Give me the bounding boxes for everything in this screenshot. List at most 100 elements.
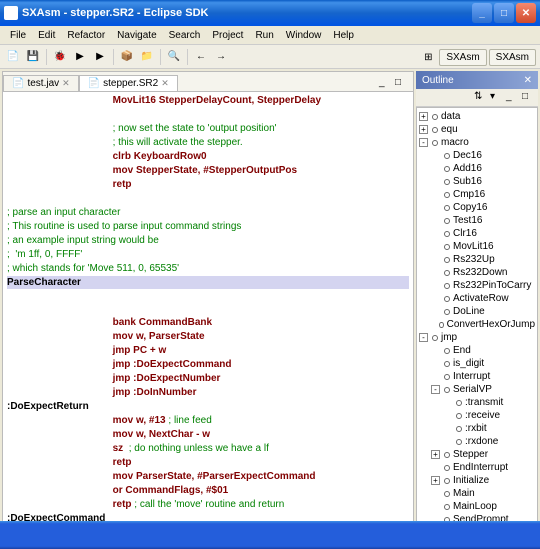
outline-item[interactable]: Copy16 <box>419 201 535 214</box>
editor-max-icon[interactable]: □ <box>395 77 409 91</box>
tree-label: Dec16 <box>453 149 482 162</box>
outline-item[interactable]: -jmp <box>419 331 535 344</box>
minimize-view-icon[interactable]: _ <box>506 91 520 105</box>
editor-tab-stepper-SR2[interactable]: 📄stepper.SR2✕ <box>79 75 178 91</box>
tree-bullet-icon <box>432 335 438 341</box>
editor-min-icon[interactable]: _ <box>379 77 393 91</box>
outline-item[interactable]: :transmit <box>419 396 535 409</box>
outline-item[interactable]: -SerialVP <box>419 383 535 396</box>
outline-item[interactable]: Rs232Down <box>419 266 535 279</box>
tree-toggle-icon[interactable]: - <box>431 385 440 394</box>
tree-label: Test16 <box>453 214 482 227</box>
outline-item[interactable]: Rs232Up <box>419 253 535 266</box>
windows-taskbar[interactable] <box>0 521 540 549</box>
tree-toggle-icon[interactable]: + <box>431 476 440 485</box>
perspective-tab-1[interactable]: SXAsm <box>439 49 486 66</box>
tree-bullet-icon <box>444 296 450 302</box>
tree-toggle-icon[interactable]: + <box>431 450 440 459</box>
tree-bullet-icon <box>456 426 462 432</box>
maximize-view-icon[interactable]: □ <box>522 91 536 105</box>
menu-project[interactable]: Project <box>206 28 249 43</box>
outline-item[interactable]: Main <box>419 487 535 500</box>
outline-item[interactable]: :rxdone <box>419 435 535 448</box>
outline-item[interactable]: Test16 <box>419 214 535 227</box>
outline-item[interactable]: Clr16 <box>419 227 535 240</box>
outline-item[interactable]: + Initialize <box>419 474 535 487</box>
tree-bullet-icon <box>444 270 450 276</box>
outline-item[interactable]: Cmp16 <box>419 188 535 201</box>
outline-item[interactable]: :rxbit <box>419 422 535 435</box>
tree-bullet-icon <box>432 127 438 133</box>
maximize-button[interactable]: □ <box>494 3 514 23</box>
debug-icon[interactable]: 🐞 <box>51 48 69 66</box>
tree-toggle-icon[interactable]: - <box>419 333 428 342</box>
menu-edit[interactable]: Edit <box>32 28 61 43</box>
minimize-button[interactable]: _ <box>472 3 492 23</box>
tree-toggle-icon[interactable]: - <box>419 138 428 147</box>
save-icon[interactable]: 💾 <box>24 48 42 66</box>
outline-item[interactable]: End <box>419 344 535 357</box>
perspective-tab-2[interactable]: SXAsm <box>489 49 536 66</box>
outline-item[interactable]: Sub16 <box>419 175 535 188</box>
tree-label: Sub16 <box>453 175 482 188</box>
outline-item[interactable]: Add16 <box>419 162 535 175</box>
menu-navigate[interactable]: Navigate <box>111 28 162 43</box>
outline-item[interactable]: +equ <box>419 123 535 136</box>
tree-label: End <box>453 344 471 357</box>
window-titlebar: SXAsm - stepper.SR2 - Eclipse SDK _ □ ✕ <box>0 0 540 26</box>
tree-bullet-icon <box>456 413 462 419</box>
new-icon[interactable]: 📄 <box>4 48 22 66</box>
outline-item[interactable]: ActivateRow <box>419 292 535 305</box>
sort-icon[interactable]: ⇅ <box>474 91 488 105</box>
menu-refactor[interactable]: Refactor <box>61 28 111 43</box>
outline-item[interactable]: -macro <box>419 136 535 149</box>
new-class-icon[interactable]: 📦 <box>118 48 136 66</box>
outline-item[interactable]: Rs232PinToCarry <box>419 279 535 292</box>
tree-bullet-icon <box>444 465 450 471</box>
tree-label: data <box>441 110 460 123</box>
tree-label: :rxbit <box>465 422 487 435</box>
tree-toggle-icon[interactable]: + <box>419 125 428 134</box>
ext-tools-icon[interactable]: ▶ <box>91 48 109 66</box>
tree-label: ConvertHexOrJump <box>447 318 535 331</box>
run-icon[interactable]: ▶ <box>71 48 89 66</box>
editor-tab-bar: 📄test.jav✕📄stepper.SR2✕ _□ <box>3 72 413 92</box>
menu-help[interactable]: Help <box>327 28 360 43</box>
outline-item[interactable]: MovLit16 <box>419 240 535 253</box>
outline-item[interactable]: MainLoop <box>419 500 535 513</box>
outline-item[interactable]: is_digit <box>419 357 535 370</box>
outline-close-icon[interactable]: ✕ <box>524 75 532 86</box>
tree-label: :rxdone <box>465 435 498 448</box>
close-button[interactable]: ✕ <box>516 3 536 23</box>
menu-run[interactable]: Run <box>249 28 279 43</box>
outline-item[interactable]: Dec16 <box>419 149 535 162</box>
menu-window[interactable]: Window <box>280 28 328 43</box>
app-icon <box>4 6 18 20</box>
menu-icon[interactable]: ▾ <box>490 91 504 105</box>
tree-toggle-icon[interactable]: + <box>419 112 428 121</box>
menu-file[interactable]: File <box>4 28 32 43</box>
outline-item[interactable]: + data <box>419 110 535 123</box>
outline-item[interactable]: ConvertHexOrJump <box>419 318 535 331</box>
editor-tab-test-jav[interactable]: 📄test.jav✕ <box>3 75 79 91</box>
forward-icon[interactable]: → <box>212 48 230 66</box>
outline-item[interactable]: :receive <box>419 409 535 422</box>
outline-item[interactable]: Interrupt <box>419 370 535 383</box>
menu-search[interactable]: Search <box>163 28 207 43</box>
open-perspective-icon[interactable]: ⊞ <box>419 48 437 66</box>
outline-item[interactable]: +Stepper <box>419 448 535 461</box>
tree-bullet-icon <box>444 478 450 484</box>
outline-item[interactable]: DoLine <box>419 305 535 318</box>
tree-label: MovLit16 <box>453 240 494 253</box>
code-editor[interactable]: MovLit16 StepperDelayCount, StepperDelay… <box>3 92 413 522</box>
tree-label: Initialize <box>453 474 489 487</box>
tree-bullet-icon <box>444 309 450 315</box>
outline-item[interactable]: EndInterrupt <box>419 461 535 474</box>
search-icon[interactable]: 🔍 <box>165 48 183 66</box>
tree-bullet-icon <box>444 153 450 159</box>
tree-bullet-icon <box>444 257 450 263</box>
outline-title-label: Outline <box>422 75 454 86</box>
package-icon[interactable]: 📁 <box>138 48 156 66</box>
outline-tree[interactable]: + data+equ-macroDec16Add16Sub16Cmp16Copy1… <box>416 107 538 523</box>
back-icon[interactable]: ← <box>192 48 210 66</box>
